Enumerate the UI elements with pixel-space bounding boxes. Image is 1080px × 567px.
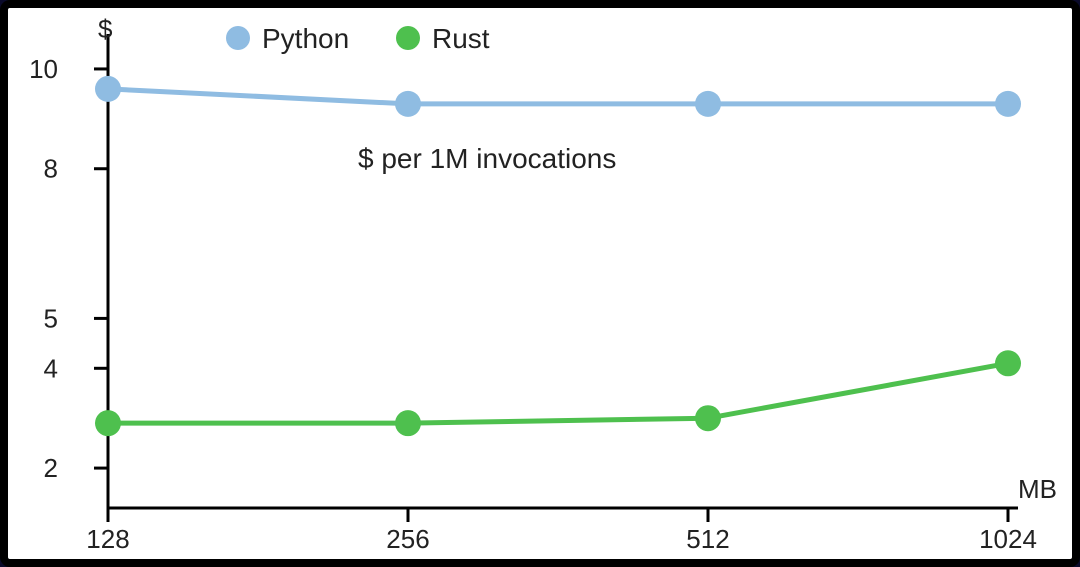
series-marker-rust bbox=[395, 410, 421, 436]
chart-subtitle: $ per 1M invocations bbox=[358, 143, 616, 174]
series-line-python bbox=[108, 89, 1008, 104]
series-marker-rust bbox=[695, 405, 721, 431]
chart-frame: 2 4 5 8 10 128 256 512 1024 Python Rust $ per 1M in… bbox=[0, 0, 1080, 567]
x-axis-unit: MB bbox=[1018, 474, 1057, 504]
series-marker-python bbox=[95, 76, 121, 102]
series-line-rust bbox=[108, 363, 1008, 423]
series-marker-python bbox=[995, 91, 1021, 117]
x-tick-label: 1024 bbox=[979, 524, 1037, 554]
x-tick-label: 128 bbox=[86, 524, 129, 554]
chart-canvas: 2 4 5 8 10 128 256 512 1024 Python Rust $ per 1M in… bbox=[8, 8, 1072, 559]
y-tick-label: 5 bbox=[44, 303, 58, 333]
series-marker-python bbox=[695, 91, 721, 117]
legend-marker-rust bbox=[396, 26, 420, 50]
x-tick-label: 512 bbox=[686, 524, 729, 554]
legend-label-rust: Rust bbox=[432, 23, 490, 54]
y-tick-label: 10 bbox=[29, 54, 58, 84]
y-axis-unit: $ bbox=[98, 14, 113, 44]
series-marker-python bbox=[395, 91, 421, 117]
y-tick-label: 8 bbox=[44, 154, 58, 184]
series-marker-rust bbox=[995, 350, 1021, 376]
y-tick-label: 2 bbox=[44, 453, 58, 483]
legend-label-python: Python bbox=[262, 23, 349, 54]
series-marker-rust bbox=[95, 410, 121, 436]
legend-marker-python bbox=[226, 26, 250, 50]
y-tick-label: 4 bbox=[44, 353, 58, 383]
x-tick-label: 256 bbox=[386, 524, 429, 554]
